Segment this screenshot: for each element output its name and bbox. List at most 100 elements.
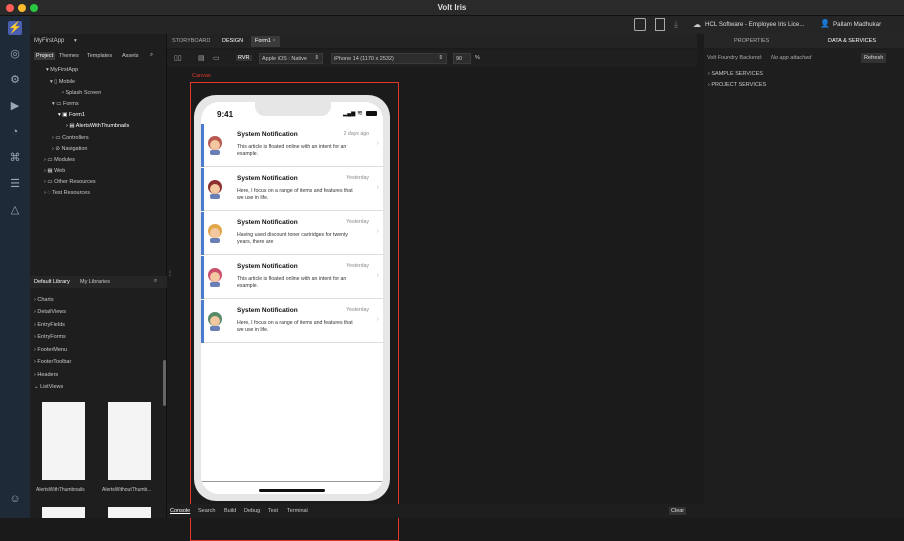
device-preview-icon[interactable]: [634, 18, 646, 31]
tab-debug[interactable]: Debug: [244, 508, 260, 514]
template-thumbnail[interactable]: [108, 507, 151, 518]
accent-bar: [201, 168, 204, 211]
tab-search[interactable]: Search: [198, 508, 215, 514]
tab-console[interactable]: Console: [170, 508, 190, 514]
library-scrollbar[interactable]: [163, 360, 166, 406]
window-title: Volt Iris: [437, 3, 467, 12]
list-icon[interactable]: ☰: [8, 177, 22, 191]
zoom-input[interactable]: 90: [453, 53, 471, 64]
tab-assets[interactable]: Assets: [122, 53, 139, 59]
tab-templates[interactable]: Templates: [87, 53, 112, 59]
library-item-headers[interactable]: › Headers: [34, 372, 58, 378]
template-thumbnail-alerts[interactable]: [42, 402, 85, 480]
mountain-icon[interactable]: △: [8, 203, 22, 217]
splitter[interactable]: [697, 34, 704, 504]
phone-screen: 9:41 ▂▄▆ ≋ System Notification This artic…: [201, 102, 383, 494]
library-item-charts[interactable]: › Charts: [34, 297, 54, 303]
tree-item-forms[interactable]: ▾ ▭ Forms: [52, 101, 79, 107]
chevron-updown-icon: ⇕: [314, 55, 319, 61]
top-toolbar: ⤓ ☁ HCL Software - Employee Iris Lice...…: [0, 16, 904, 34]
signal-icon: ▂▄▆: [343, 111, 356, 117]
tree-item-alerts[interactable]: › ▤ AlertsWithThumbnails: [66, 123, 129, 129]
layout-icon[interactable]: ▤: [198, 54, 205, 62]
account-label[interactable]: HCL Software - Employee Iris Lice...: [705, 21, 805, 28]
accent-bar: [201, 124, 204, 167]
status-time: 9:41: [217, 110, 234, 119]
tab-build[interactable]: Build: [224, 508, 236, 514]
tab-terminal[interactable]: Terminal: [287, 508, 308, 514]
tree-item-web[interactable]: › ▦ Web: [44, 168, 65, 174]
library-item-footertoolbar[interactable]: › FooterToolbar: [34, 359, 71, 365]
globe-icon[interactable]: ◎: [8, 47, 22, 61]
chevron-right-icon: ›: [376, 184, 379, 191]
refresh-button[interactable]: Refresh: [861, 53, 887, 63]
template-thumbnail[interactable]: [42, 507, 85, 518]
library-item-entryforms[interactable]: › EntryForms: [34, 334, 66, 340]
search-icon[interactable]: ⌕: [150, 52, 153, 59]
tree-item-mobile[interactable]: ▾ ▯ Mobile: [50, 79, 75, 85]
left-rail: ⚡ ◎ ⚙ ▶ ◔ ⌘ ☰ △ ☺: [0, 16, 30, 518]
avatar: [208, 224, 222, 243]
tab-default-library[interactable]: Default Library: [34, 279, 70, 285]
tab-storyboard[interactable]: STORYBOARD: [172, 38, 210, 44]
play-icon[interactable]: ▶: [8, 99, 22, 113]
split-view-icon[interactable]: ▯▯: [174, 54, 182, 62]
tree-item-app[interactable]: ▾ MyFirstApp: [46, 67, 78, 73]
tree-item-test-resources[interactable]: › ◌ Test Resources: [44, 190, 90, 196]
library-item-listviews[interactable]: ⌄ ListViews: [34, 384, 63, 390]
library-item-entryfields[interactable]: › EntryFields: [34, 322, 65, 328]
tab-data-services[interactable]: DATA & SERVICES: [828, 38, 876, 44]
tab-form1[interactable]: Form1 ×: [251, 36, 280, 47]
list-item[interactable]: System Notification Having used discount …: [201, 212, 383, 255]
list-item[interactable]: System Notification This article is float…: [201, 124, 383, 167]
close-tab-icon[interactable]: ×: [272, 38, 275, 44]
user-name[interactable]: Pallam Madhukar: [833, 21, 881, 28]
tree-item-other-resources[interactable]: › ▭ Other Resources: [44, 179, 96, 185]
chevron-right-icon: ›: [376, 316, 379, 323]
section-project-services[interactable]: › PROJECT SERVICES: [708, 82, 766, 88]
app-name-dropdown[interactable]: MyFirstApp: [34, 38, 64, 44]
tab-project[interactable]: Project: [34, 52, 56, 60]
library-item-detailviews[interactable]: › DetailViews: [34, 309, 66, 315]
list-item[interactable]: System Notification Here, I focus on a ra…: [201, 168, 383, 211]
library-search-icon[interactable]: ⌕: [154, 278, 157, 285]
components-icon[interactable]: ⌘: [8, 151, 22, 165]
tab-design[interactable]: DESIGN: [222, 38, 243, 44]
library-item-footermenu[interactable]: › FooterMenu: [34, 347, 67, 353]
platform-select[interactable]: Apple iOS : Native ⇕: [259, 53, 323, 64]
tree-item-splash[interactable]: ▫ Splash Screen: [62, 90, 101, 96]
download-icon[interactable]: ⤓: [674, 19, 678, 30]
template-label-alerts: AlertsWithThumbnails: [36, 487, 85, 493]
home-indicator: [259, 489, 325, 492]
drag-handle[interactable]: ⋮: [167, 270, 173, 282]
clear-button[interactable]: Clear: [669, 507, 687, 515]
screen-icon[interactable]: ▭: [213, 54, 220, 62]
gear-icon[interactable]: ⚙: [8, 73, 22, 87]
section-sample-services[interactable]: › SAMPLE SERVICES: [708, 71, 763, 77]
device-select[interactable]: iPhone 14 (1170 x 2532) ⇕: [331, 53, 447, 64]
accent-bar: [201, 256, 204, 299]
chevron-down-icon[interactable]: ▾: [74, 38, 77, 44]
tree-item-modules[interactable]: › ▭ Modules: [44, 157, 75, 163]
tab-themes[interactable]: Themes: [59, 53, 79, 59]
chevron-right-icon: ›: [376, 228, 379, 235]
document-icon[interactable]: [655, 18, 665, 31]
gauge-icon[interactable]: ◔: [8, 125, 22, 139]
platform-badge[interactable]: RVR: [236, 55, 252, 61]
tab-my-libraries[interactable]: My Libraries: [80, 279, 110, 285]
notification-body: Here, I focus on a range of items and fe…: [237, 320, 353, 333]
chat-icon[interactable]: ☺: [8, 492, 22, 506]
tree-item-navigation[interactable]: › ⊘ Navigation: [52, 146, 88, 152]
app-logo-icon: ⚡: [8, 21, 22, 35]
list-item[interactable]: System Notification This article is float…: [201, 256, 383, 299]
tree-item-form1[interactable]: ▾ ▣ Form1: [58, 112, 85, 118]
notification-time: Yesterday: [346, 307, 369, 313]
notification-body: This article is floated online with an i…: [237, 276, 347, 289]
tab-properties[interactable]: PROPERTIES: [734, 38, 769, 44]
tree-item-controllers[interactable]: › ▭ Controllers: [52, 135, 89, 141]
template-thumbnail-alerts-without[interactable]: [108, 402, 151, 480]
template-label-alerts-without: AlertsWithoutThumb...: [102, 487, 152, 493]
notification-body: Having used discount toner cartridges fo…: [237, 232, 349, 245]
list-item[interactable]: System Notification Here, I focus on a ra…: [201, 300, 383, 343]
tab-test[interactable]: Test: [268, 508, 278, 514]
